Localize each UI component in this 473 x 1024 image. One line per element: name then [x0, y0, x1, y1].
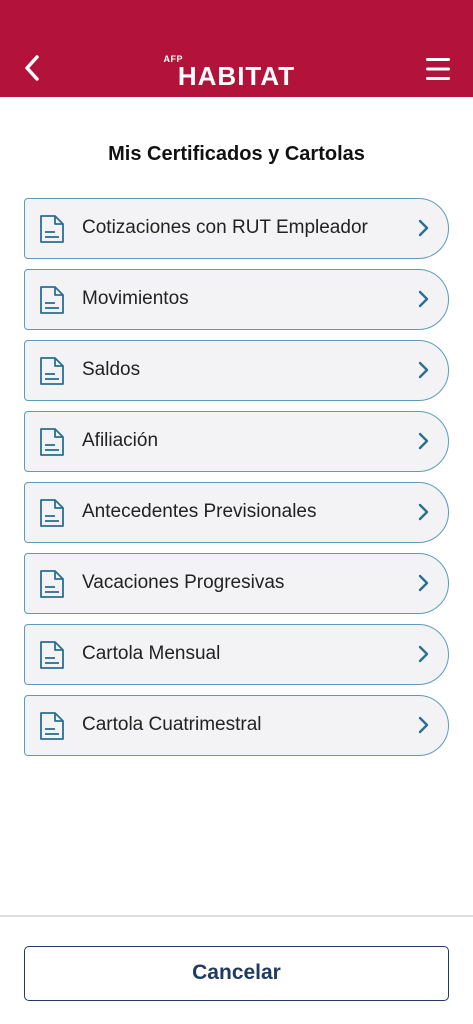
list-item-cartola-mensual[interactable]: Cartola Mensual	[24, 624, 449, 685]
list-item-saldos[interactable]: Saldos	[24, 340, 449, 401]
list-item-vacaciones[interactable]: Vacaciones Progresivas	[24, 553, 449, 614]
list-item-label: Saldos	[82, 359, 141, 380]
list-item-cartola-cuatrimestral[interactable]: Cartola Cuatrimestral	[24, 695, 449, 756]
chevron-right-icon	[418, 716, 429, 734]
document-icon	[40, 712, 64, 740]
hamburger-menu-icon	[426, 58, 450, 80]
cancel-button[interactable]: Cancelar	[24, 946, 449, 1001]
list-item-antecedentes[interactable]: Antecedentes Previsionales	[24, 482, 449, 543]
logo-main-text: HABITAT	[177, 61, 296, 91]
list-item-label: Cartola Cuatrimestral	[82, 714, 262, 735]
list-item-movimientos[interactable]: Movimientos	[24, 269, 449, 330]
document-icon	[40, 641, 64, 669]
chevron-left-icon	[25, 55, 39, 81]
chevron-right-icon	[418, 432, 429, 450]
list-item-label: Afiliación	[82, 430, 159, 451]
document-icon	[40, 428, 64, 456]
list-item-label: Cartola Mensual	[82, 643, 221, 664]
chevron-right-icon	[418, 361, 429, 379]
chevron-right-icon	[418, 290, 429, 308]
menu-button[interactable]	[421, 52, 455, 86]
document-icon	[40, 570, 64, 598]
chevron-right-icon	[418, 645, 429, 663]
page-title: Mis Certificados y Cartolas	[108, 143, 365, 165]
app-screen: AFP HABITAT Mis Certificados y Cartolas …	[0, 0, 473, 1024]
chevron-right-icon	[418, 574, 429, 592]
document-icon	[40, 357, 64, 385]
chevron-right-icon	[418, 503, 429, 521]
footer-divider	[0, 915, 473, 917]
document-icon	[40, 215, 64, 243]
list-item-label: Vacaciones Progresivas	[82, 572, 285, 593]
list-item-afiliacion[interactable]: Afiliación	[24, 411, 449, 472]
certificates-list: Cotizaciones con RUT Empleador Movimient…	[24, 198, 449, 766]
list-item-label: Movimientos	[82, 288, 189, 309]
document-icon	[40, 499, 64, 527]
chevron-right-icon	[418, 219, 429, 237]
document-icon	[40, 286, 64, 314]
list-item-label: Cotizaciones con RUT Empleador	[82, 217, 368, 238]
back-button[interactable]	[14, 50, 50, 86]
list-item-label: Antecedentes Previsionales	[82, 501, 317, 522]
list-item-cotizaciones[interactable]: Cotizaciones con RUT Empleador	[24, 198, 449, 259]
afp-habitat-logo: AFP HABITAT	[162, 54, 312, 90]
app-header: AFP HABITAT	[0, 0, 473, 97]
